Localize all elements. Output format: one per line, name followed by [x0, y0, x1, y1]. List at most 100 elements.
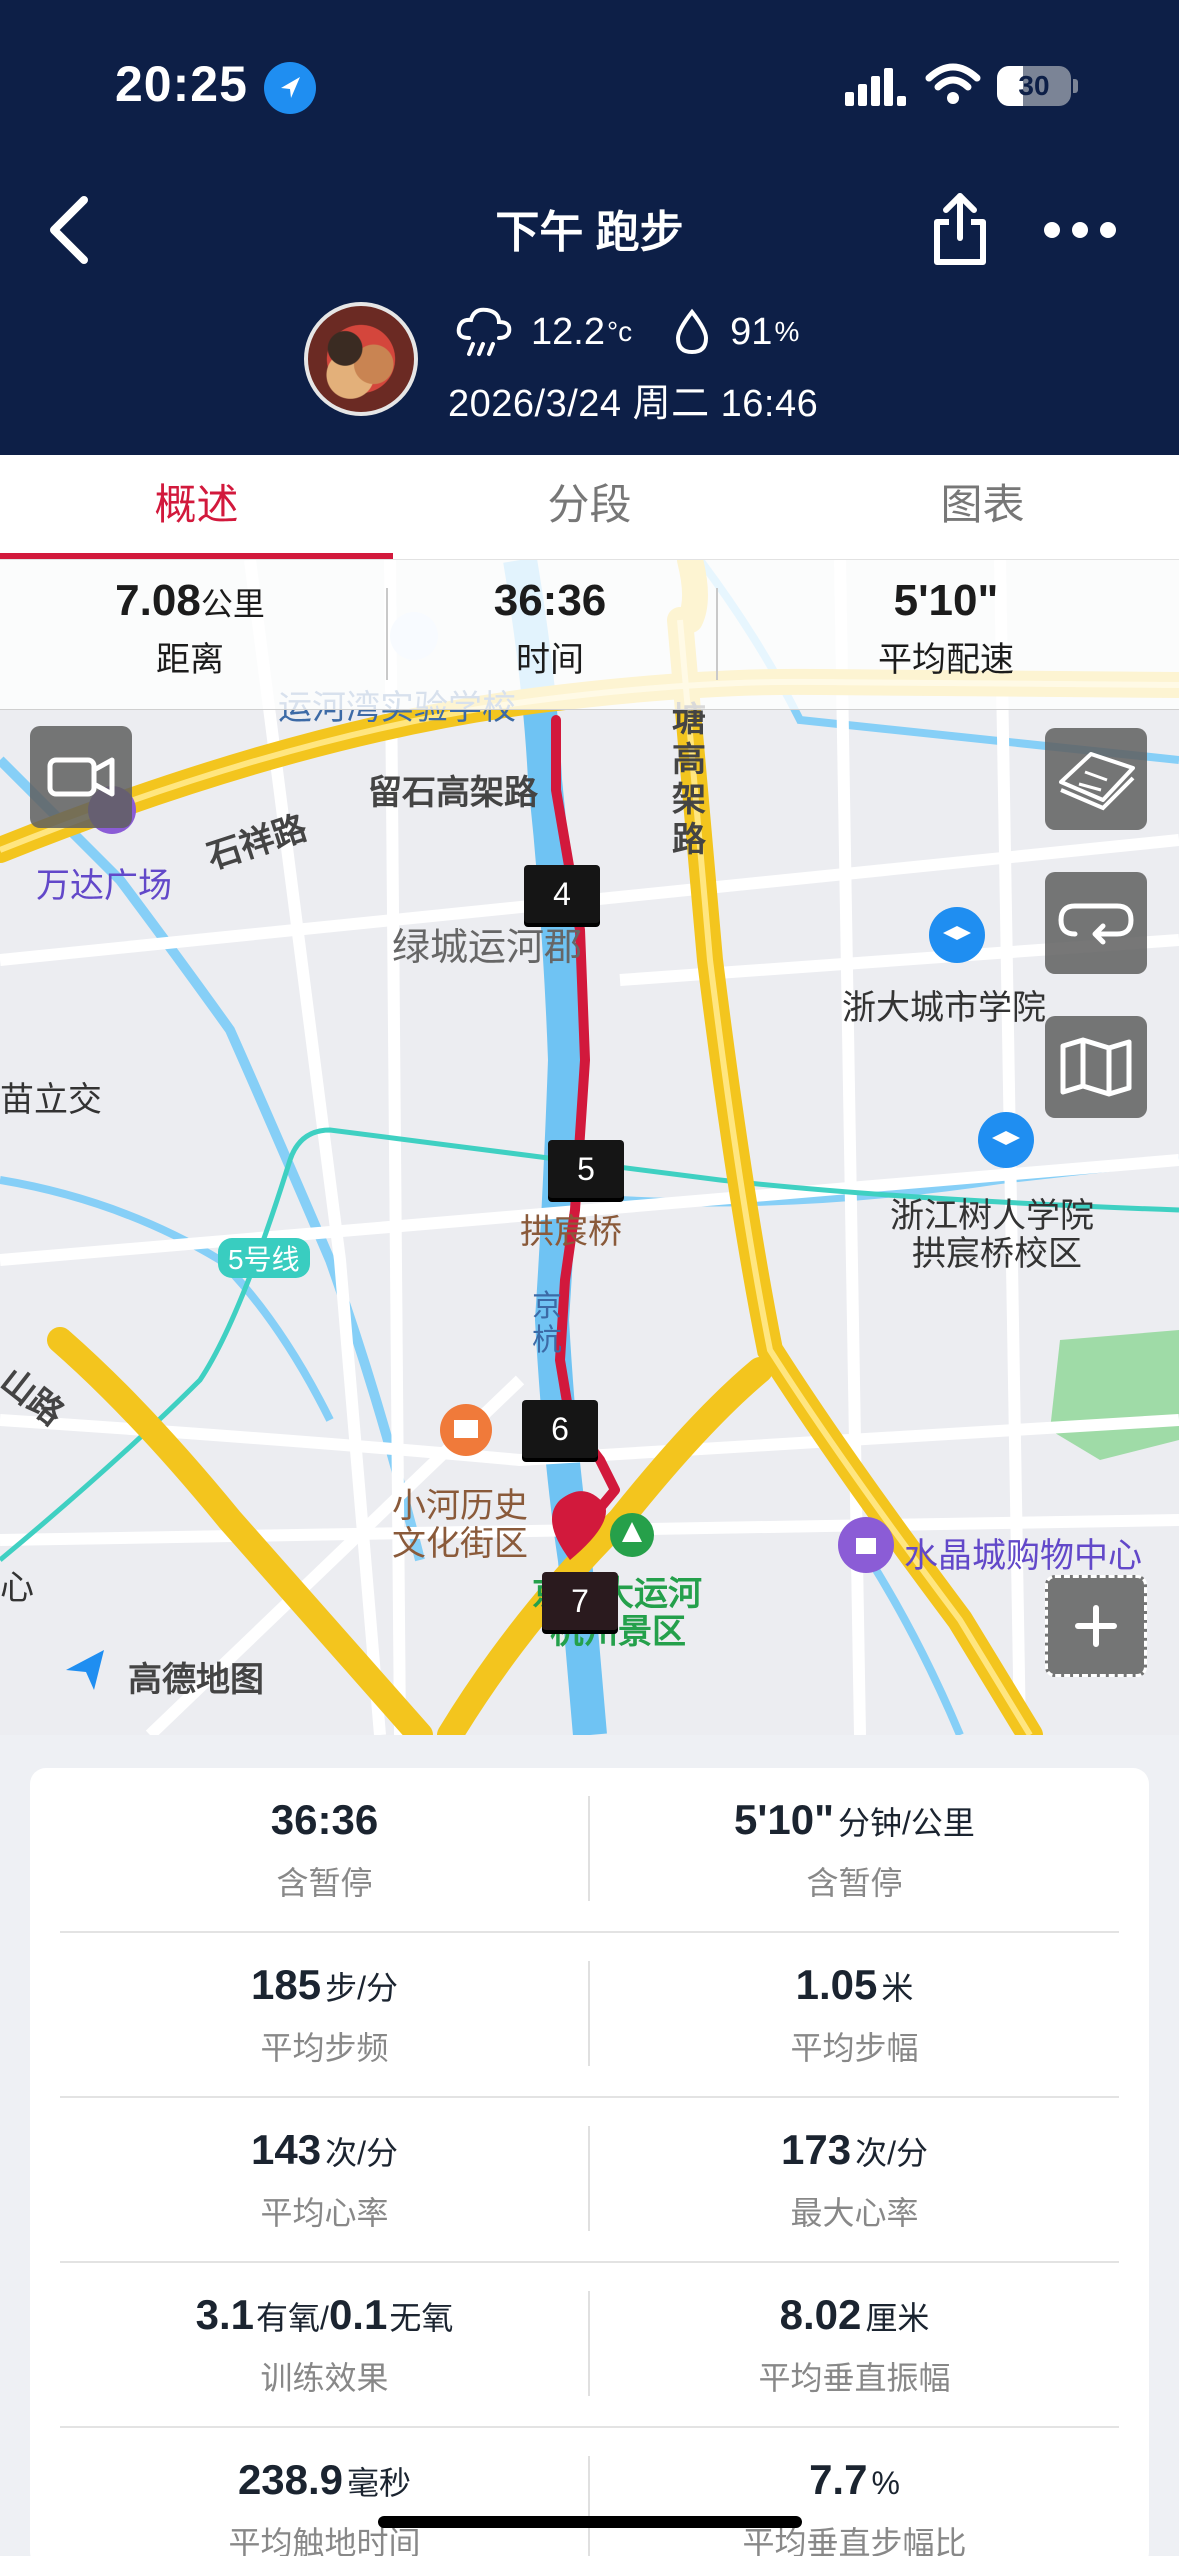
stat-label: 平均步频	[260, 2030, 389, 2066]
stat-stride: 1.05 米 平均步幅	[590, 1933, 1119, 2098]
stat-value-2: 0.1	[328, 2291, 388, 2338]
stat-label: 训练效果	[260, 2360, 389, 2396]
stat-unit: 次/分	[855, 2135, 928, 2171]
stat-label: 平均心率	[260, 2195, 389, 2231]
stat-value: 36:36	[270, 1796, 379, 1843]
stat-unit: 步/分	[325, 1970, 398, 2006]
divider	[386, 588, 388, 680]
cellular-signal-icon	[845, 66, 907, 111]
stat-unit: 米	[881, 1970, 914, 2006]
plus-icon	[1075, 1605, 1117, 1647]
weather-info: 12.2 °c 91 %	[455, 300, 799, 364]
folded-map-icon	[1060, 1037, 1132, 1097]
map-label-miaoli: 苗立交	[0, 1081, 102, 1119]
stat-unit-2: 无氧	[389, 2300, 454, 2336]
humidity-value: 91	[730, 310, 773, 353]
map-label-zhejiang-city: 浙大城市学院	[842, 989, 1046, 1027]
stat-label: 含暂停	[806, 1865, 903, 1901]
pace-label: 平均配速	[878, 641, 1014, 679]
stat-value: 7.7	[809, 2456, 868, 2503]
stat-unit: 次/分	[325, 2135, 398, 2171]
stats-row: 185 步/分 平均步频 1.05 米 平均步幅	[60, 1933, 1119, 2098]
time-value: 36:36	[493, 576, 607, 625]
stat-ground-contact: 238.9 毫秒 平均触地时间	[60, 2428, 589, 2556]
route-map[interactable]: 运河湾实验学校 石祥路 留石高架路 万达广场 绿城运河郡 塘高架路 浙大城市学院…	[0, 560, 1179, 1735]
tab-overview[interactable]: 概述	[0, 455, 393, 559]
stat-value: 185	[251, 1961, 322, 2008]
tab-bar: 概述 分段 图表	[0, 455, 1179, 560]
share-button[interactable]	[925, 190, 995, 270]
video-camera-icon	[47, 757, 115, 797]
map-label-metro5: 5号线	[218, 1238, 310, 1278]
map-label-xin: 心	[0, 1569, 34, 1607]
temperature-value: 12.2	[531, 310, 605, 353]
stat-value: 238.9	[237, 2456, 344, 2503]
map-label-gongchen: 拱宸桥	[520, 1213, 622, 1251]
divider	[716, 588, 718, 680]
activity-header: 20:25 30 下午 跑步 12.2 °c 91 % 2026/3/24 周二…	[0, 0, 1179, 455]
summary-strip: 7.08公里 距离 36:36 时间 5'10" 平均配速	[0, 560, 1179, 710]
stat-vertical-oscillation: 8.02 厘米 平均垂直振幅	[590, 2263, 1119, 2428]
tab-laps[interactable]: 分段	[393, 455, 786, 559]
stat-label: 平均步幅	[790, 2030, 919, 2066]
location-arrow-icon	[264, 62, 316, 114]
battery-icon: 30	[997, 66, 1078, 106]
page-title: 下午 跑步	[495, 208, 684, 257]
stats-card: 36:36 含暂停 5'10" 分钟/公里 含暂停 185 步/分 平均步频 1.0…	[30, 1768, 1149, 2556]
km-marker[interactable]: 6	[522, 1400, 598, 1458]
tab-charts[interactable]: 图表	[786, 455, 1179, 559]
humidity-drop-icon	[676, 308, 709, 355]
distance-value: 7.08	[115, 576, 201, 625]
summary-pace: 5'10" 平均配速	[826, 576, 1066, 681]
stat-avg-hr: 143 次/分 平均心率	[60, 2098, 589, 2263]
stat-unit: 分钟/公里	[838, 1805, 975, 1841]
stat-value: 143	[251, 2126, 322, 2173]
stat-value: 5'10"	[734, 1796, 835, 1843]
distance-unit: 公里	[200, 586, 265, 622]
map-view-button[interactable]	[1045, 1016, 1147, 1118]
wifi-icon	[925, 62, 981, 111]
map-style-button[interactable]	[1045, 728, 1147, 830]
map-layers-icon	[1059, 752, 1135, 811]
stats-row: 3.1有氧/0.1无氧 训练效果 8.02 厘米 平均垂直振幅	[60, 2263, 1119, 2428]
video-replay-button[interactable]	[30, 726, 132, 828]
home-indicator[interactable]	[378, 2516, 802, 2528]
loop-icon	[1058, 903, 1134, 945]
map-label-wanda: 万达广场	[36, 867, 172, 905]
temperature-unit: °c	[606, 316, 633, 347]
route-loop-button[interactable]	[1045, 872, 1147, 974]
stat-value: 173	[781, 2126, 852, 2173]
user-avatar[interactable]	[304, 302, 418, 416]
stat-value: 3.1	[195, 2291, 255, 2338]
stat-max-hr: 173 次/分 最大心率	[590, 2098, 1119, 2263]
battery-level: 30	[1018, 70, 1050, 101]
km-marker[interactable]: 5	[548, 1140, 624, 1198]
zoom-in-button[interactable]	[1045, 1575, 1147, 1677]
map-label-lvcheng: 绿城运河郡	[392, 927, 583, 969]
distance-label: 距离	[156, 641, 224, 679]
stats-row: 238.9 毫秒 平均触地时间 7.7% 平均垂直步幅比	[60, 2428, 1119, 2556]
map-label-crystal: 水晶城购物中心	[904, 1537, 1142, 1575]
stat-avg-pace: 5'10" 分钟/公里 含暂停	[590, 1768, 1119, 1933]
map-label-jinghang: 京杭	[532, 1290, 562, 1357]
more-options-button[interactable]	[1040, 205, 1120, 255]
map-label-road-liushi: 留石高架路	[368, 774, 538, 812]
stat-label: 含暂停	[276, 1865, 373, 1901]
summary-distance: 7.08公里 距离	[70, 576, 310, 681]
rain-cloud-icon	[456, 307, 512, 356]
stat-unit: 有氧/	[256, 2300, 329, 2336]
map-label-xiaohe-2: 文化街区	[392, 1525, 528, 1563]
stat-total-time: 36:36 含暂停	[60, 1768, 589, 1933]
map-label-shuren-2: 拱宸桥校区	[912, 1235, 1082, 1273]
stat-value: 1.05	[795, 1961, 878, 2008]
stat-label: 最大心率	[790, 2195, 919, 2231]
activity-datetime: 2026/3/24 周二 16:46	[448, 383, 819, 425]
stat-training-effect: 3.1有氧/0.1无氧 训练效果	[60, 2263, 589, 2428]
stat-unit: %	[871, 2465, 900, 2501]
km-marker[interactable]: 7	[542, 1572, 618, 1630]
stat-unit: 毫秒	[347, 2465, 412, 2501]
km-marker[interactable]: 4	[524, 865, 600, 923]
stat-value: 8.02	[779, 2291, 862, 2338]
pace-value: 5'10"	[893, 576, 999, 625]
stat-vertical-ratio: 7.7% 平均垂直步幅比	[590, 2428, 1119, 2556]
